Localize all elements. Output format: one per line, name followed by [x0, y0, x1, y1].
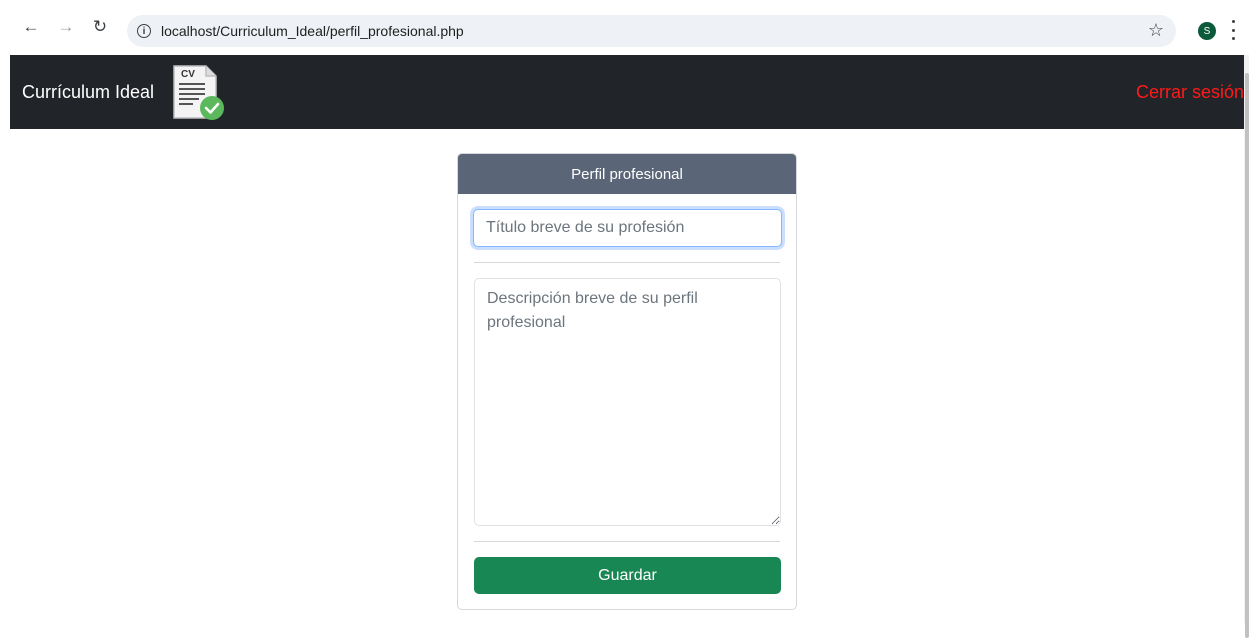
- save-button[interactable]: Guardar: [474, 557, 781, 594]
- url-text[interactable]: localhost/Curriculum_Ideal/perfil_profes…: [161, 23, 464, 39]
- profession-title-input[interactable]: [473, 209, 782, 247]
- logout-link[interactable]: Cerrar sesión: [1136, 82, 1244, 103]
- divider: [474, 541, 780, 542]
- bookmark-star-icon[interactable]: ☆: [1148, 20, 1164, 41]
- card-header: Perfil profesional: [458, 154, 796, 194]
- profile-description-textarea[interactable]: [474, 278, 781, 526]
- back-arrow-icon[interactable]: ←: [20, 15, 42, 37]
- browser-toolbar: ← → ↻ i localhost/Curriculum_Ideal/perfi…: [0, 0, 1249, 55]
- brand-name[interactable]: Currículum Ideal: [22, 82, 154, 103]
- profile-card: Perfil profesional Guardar: [457, 153, 797, 610]
- browser-menu-icon[interactable]: [1230, 20, 1236, 40]
- card-title: Perfil profesional: [571, 165, 683, 183]
- profile-avatar[interactable]: S: [1198, 22, 1216, 40]
- reload-icon[interactable]: ↻: [89, 15, 111, 37]
- logo-cv-text: CV: [181, 69, 195, 80]
- forward-arrow-icon[interactable]: →: [55, 15, 77, 37]
- site-info-icon[interactable]: i: [137, 24, 151, 38]
- scrollbar-thumb[interactable]: [1245, 73, 1249, 638]
- address-bar[interactable]: i localhost/Curriculum_Ideal/perfil_prof…: [127, 15, 1176, 47]
- divider: [474, 262, 780, 263]
- page-scrollbar[interactable]: [1244, 55, 1249, 638]
- cv-logo-icon: CV: [173, 65, 224, 120]
- site-navbar: Currículum Ideal CV Cerrar sesión: [10, 55, 1244, 129]
